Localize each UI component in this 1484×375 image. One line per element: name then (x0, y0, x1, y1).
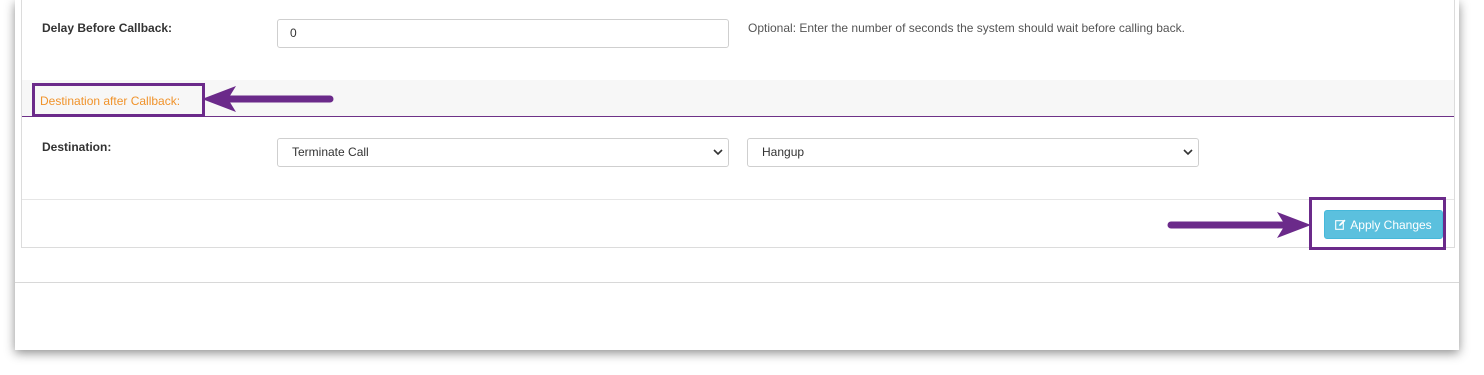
delay-before-callback-input[interactable]: 0 (277, 19, 729, 48)
chevron-down-icon (713, 149, 723, 156)
destination-type-select[interactable]: Terminate Call (277, 138, 729, 167)
window-bottom-divider (15, 282, 1459, 283)
chevron-down-icon (1183, 149, 1193, 156)
apply-button-highlight (1309, 197, 1446, 250)
delay-help-text: Optional: Enter the number of seconds th… (748, 21, 1185, 35)
panel-footer-divider (22, 199, 1454, 200)
delay-before-callback-label: Delay Before Callback: (42, 21, 173, 35)
destination-target-value: Hangup (762, 145, 805, 159)
section-title-highlight (32, 83, 205, 117)
arrow-left-icon (202, 86, 334, 112)
destination-label: Destination: (42, 140, 112, 154)
destination-target-select[interactable]: Hangup (747, 138, 1199, 167)
destination-type-value: Terminate Call (292, 145, 369, 159)
app-window: Delay Before Callback: 0 Optional: Enter… (15, 0, 1459, 350)
arrow-right-icon (1167, 212, 1311, 238)
